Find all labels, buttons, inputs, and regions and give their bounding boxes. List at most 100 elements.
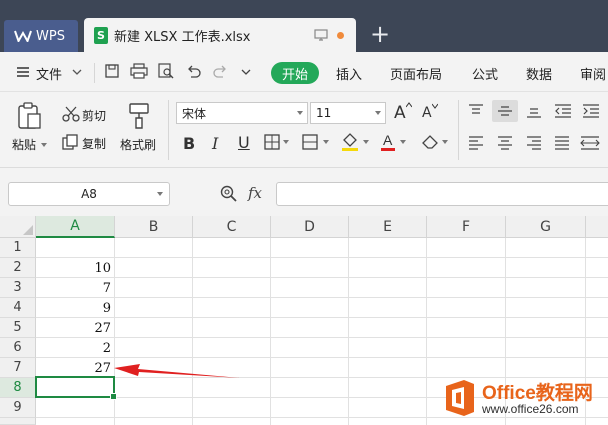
insert-function-button[interactable]: fx	[248, 184, 262, 202]
wps-home-label: WPS	[36, 28, 65, 44]
row-header-6[interactable]: 6	[0, 338, 36, 358]
file-menu[interactable]: 文件	[36, 64, 62, 83]
cell-a2[interactable]: 10	[36, 258, 114, 278]
cell-a3[interactable]: 7	[36, 278, 114, 298]
wps-home-tab[interactable]: WPS	[4, 20, 78, 52]
format-painter-icon[interactable]	[128, 102, 150, 130]
eraser-icon[interactable]	[420, 132, 452, 152]
gridline	[36, 317, 608, 318]
watermark-brand: Office教程网	[482, 383, 593, 404]
chevron-down-icon	[375, 111, 381, 115]
spreadsheet-file-icon: S	[94, 26, 108, 44]
tab-insert[interactable]: 插入	[336, 64, 362, 83]
monitor-icon[interactable]	[314, 29, 328, 41]
gridline	[426, 238, 427, 425]
select-all-button[interactable]	[0, 216, 36, 238]
cell-a4[interactable]: 9	[36, 298, 114, 318]
column-header-e[interactable]: E	[349, 216, 427, 238]
gridline	[36, 337, 608, 338]
tab-page-layout[interactable]: 页面布局	[390, 64, 442, 83]
increase-font-size-button[interactable]: A	[394, 103, 406, 123]
decrease-font-size-button[interactable]: A	[422, 105, 432, 121]
column-header-c[interactable]: C	[193, 216, 271, 238]
paste-icon[interactable]	[16, 102, 42, 130]
align-right-icon[interactable]	[526, 136, 542, 150]
row-header-8[interactable]: 8	[0, 378, 36, 398]
document-tab-title: 新建 XLSX 工作表.xlsx	[114, 29, 251, 45]
row-header-10[interactable]	[0, 418, 36, 425]
align-left-icon[interactable]	[468, 136, 484, 150]
format-painter-label[interactable]: 格式刷	[120, 136, 156, 153]
align-bottom-icon[interactable]	[526, 104, 542, 118]
gridline	[270, 238, 271, 425]
column-header-f[interactable]: F	[427, 216, 506, 238]
undo-icon[interactable]	[186, 63, 202, 79]
selected-cell-a8[interactable]	[35, 376, 117, 400]
row-header-7[interactable]: 7	[0, 358, 36, 378]
font-size-value: 11	[316, 106, 332, 120]
cell-a9[interactable]	[36, 398, 114, 418]
zoom-search-icon[interactable]	[220, 185, 238, 203]
cell-a1[interactable]	[36, 238, 114, 258]
align-middle-icon[interactable]	[497, 104, 513, 118]
borders-icon[interactable]	[264, 134, 292, 150]
font-color-icon[interactable]: A	[380, 132, 410, 152]
row-header-9[interactable]: 9	[0, 398, 36, 418]
column-header-h[interactable]	[586, 216, 608, 238]
cell-a7[interactable]: 27	[36, 358, 114, 378]
save-icon[interactable]	[104, 63, 120, 79]
column-header-g[interactable]: G	[506, 216, 586, 238]
column-header-b[interactable]: B	[115, 216, 193, 238]
hamburger-icon[interactable]	[16, 66, 30, 78]
cut-label[interactable]: 剪切	[82, 107, 106, 124]
italic-button[interactable]: I	[212, 134, 218, 153]
paste-dropdown-icon[interactable]	[40, 142, 48, 148]
increase-indent-icon[interactable]	[582, 104, 600, 118]
paste-label[interactable]: 粘贴	[12, 136, 36, 153]
redo-icon[interactable]	[212, 63, 228, 79]
fill-color-icon[interactable]	[340, 132, 372, 152]
row-header-2[interactable]: 2	[0, 258, 36, 278]
font-name-value: 宋体	[182, 106, 207, 121]
distributed-align-icon[interactable]	[580, 136, 600, 150]
cut-icon[interactable]	[62, 106, 80, 122]
bold-button[interactable]: B	[183, 134, 195, 153]
print-preview-icon[interactable]	[158, 63, 174, 79]
cell-a5[interactable]: 27	[36, 318, 114, 338]
print-icon[interactable]	[130, 63, 148, 79]
new-tab-button[interactable]: +	[370, 22, 390, 46]
watermark-url: www.office26.com	[482, 402, 579, 416]
align-center-icon[interactable]	[497, 136, 513, 150]
document-tab[interactable]: S 新建 XLSX 工作表.xlsx	[84, 18, 356, 52]
tab-home[interactable]: 开始	[271, 62, 319, 84]
row-header-5[interactable]: 5	[0, 318, 36, 338]
font-name-select[interactable]: 宋体	[176, 102, 308, 124]
underline-button[interactable]: U	[238, 133, 250, 152]
copy-icon[interactable]	[62, 134, 78, 150]
decrease-indent-icon[interactable]	[554, 104, 572, 118]
tab-review[interactable]: 审阅	[580, 64, 606, 83]
name-box-value: A8	[81, 187, 97, 201]
row-header-1[interactable]: 1	[0, 238, 36, 258]
quick-access-dropdown-icon[interactable]	[240, 67, 252, 77]
row-header-3[interactable]: 3	[0, 278, 36, 298]
column-header-d[interactable]: D	[271, 216, 349, 238]
copy-label[interactable]: 复制	[82, 135, 106, 152]
font-size-select[interactable]: 11	[310, 102, 386, 124]
svg-text:A: A	[383, 132, 393, 148]
title-bar: WPS S 新建 XLSX 工作表.xlsx +	[0, 0, 608, 52]
tab-data[interactable]: 数据	[526, 64, 552, 83]
tab-formulas[interactable]: 公式	[472, 64, 498, 83]
chevron-down-icon	[157, 192, 163, 196]
name-box[interactable]: A8	[8, 182, 170, 206]
justify-icon[interactable]	[554, 136, 570, 150]
formula-input[interactable]	[276, 182, 608, 206]
row-header-4[interactable]: 4	[0, 298, 36, 318]
gridline	[36, 277, 608, 278]
align-top-icon[interactable]	[468, 104, 484, 118]
column-header-a[interactable]: A	[36, 216, 115, 238]
gridline	[36, 297, 608, 298]
cell-a6[interactable]: 2	[36, 338, 114, 358]
chevron-down-icon[interactable]	[72, 68, 82, 76]
merge-cells-icon[interactable]	[302, 134, 332, 150]
